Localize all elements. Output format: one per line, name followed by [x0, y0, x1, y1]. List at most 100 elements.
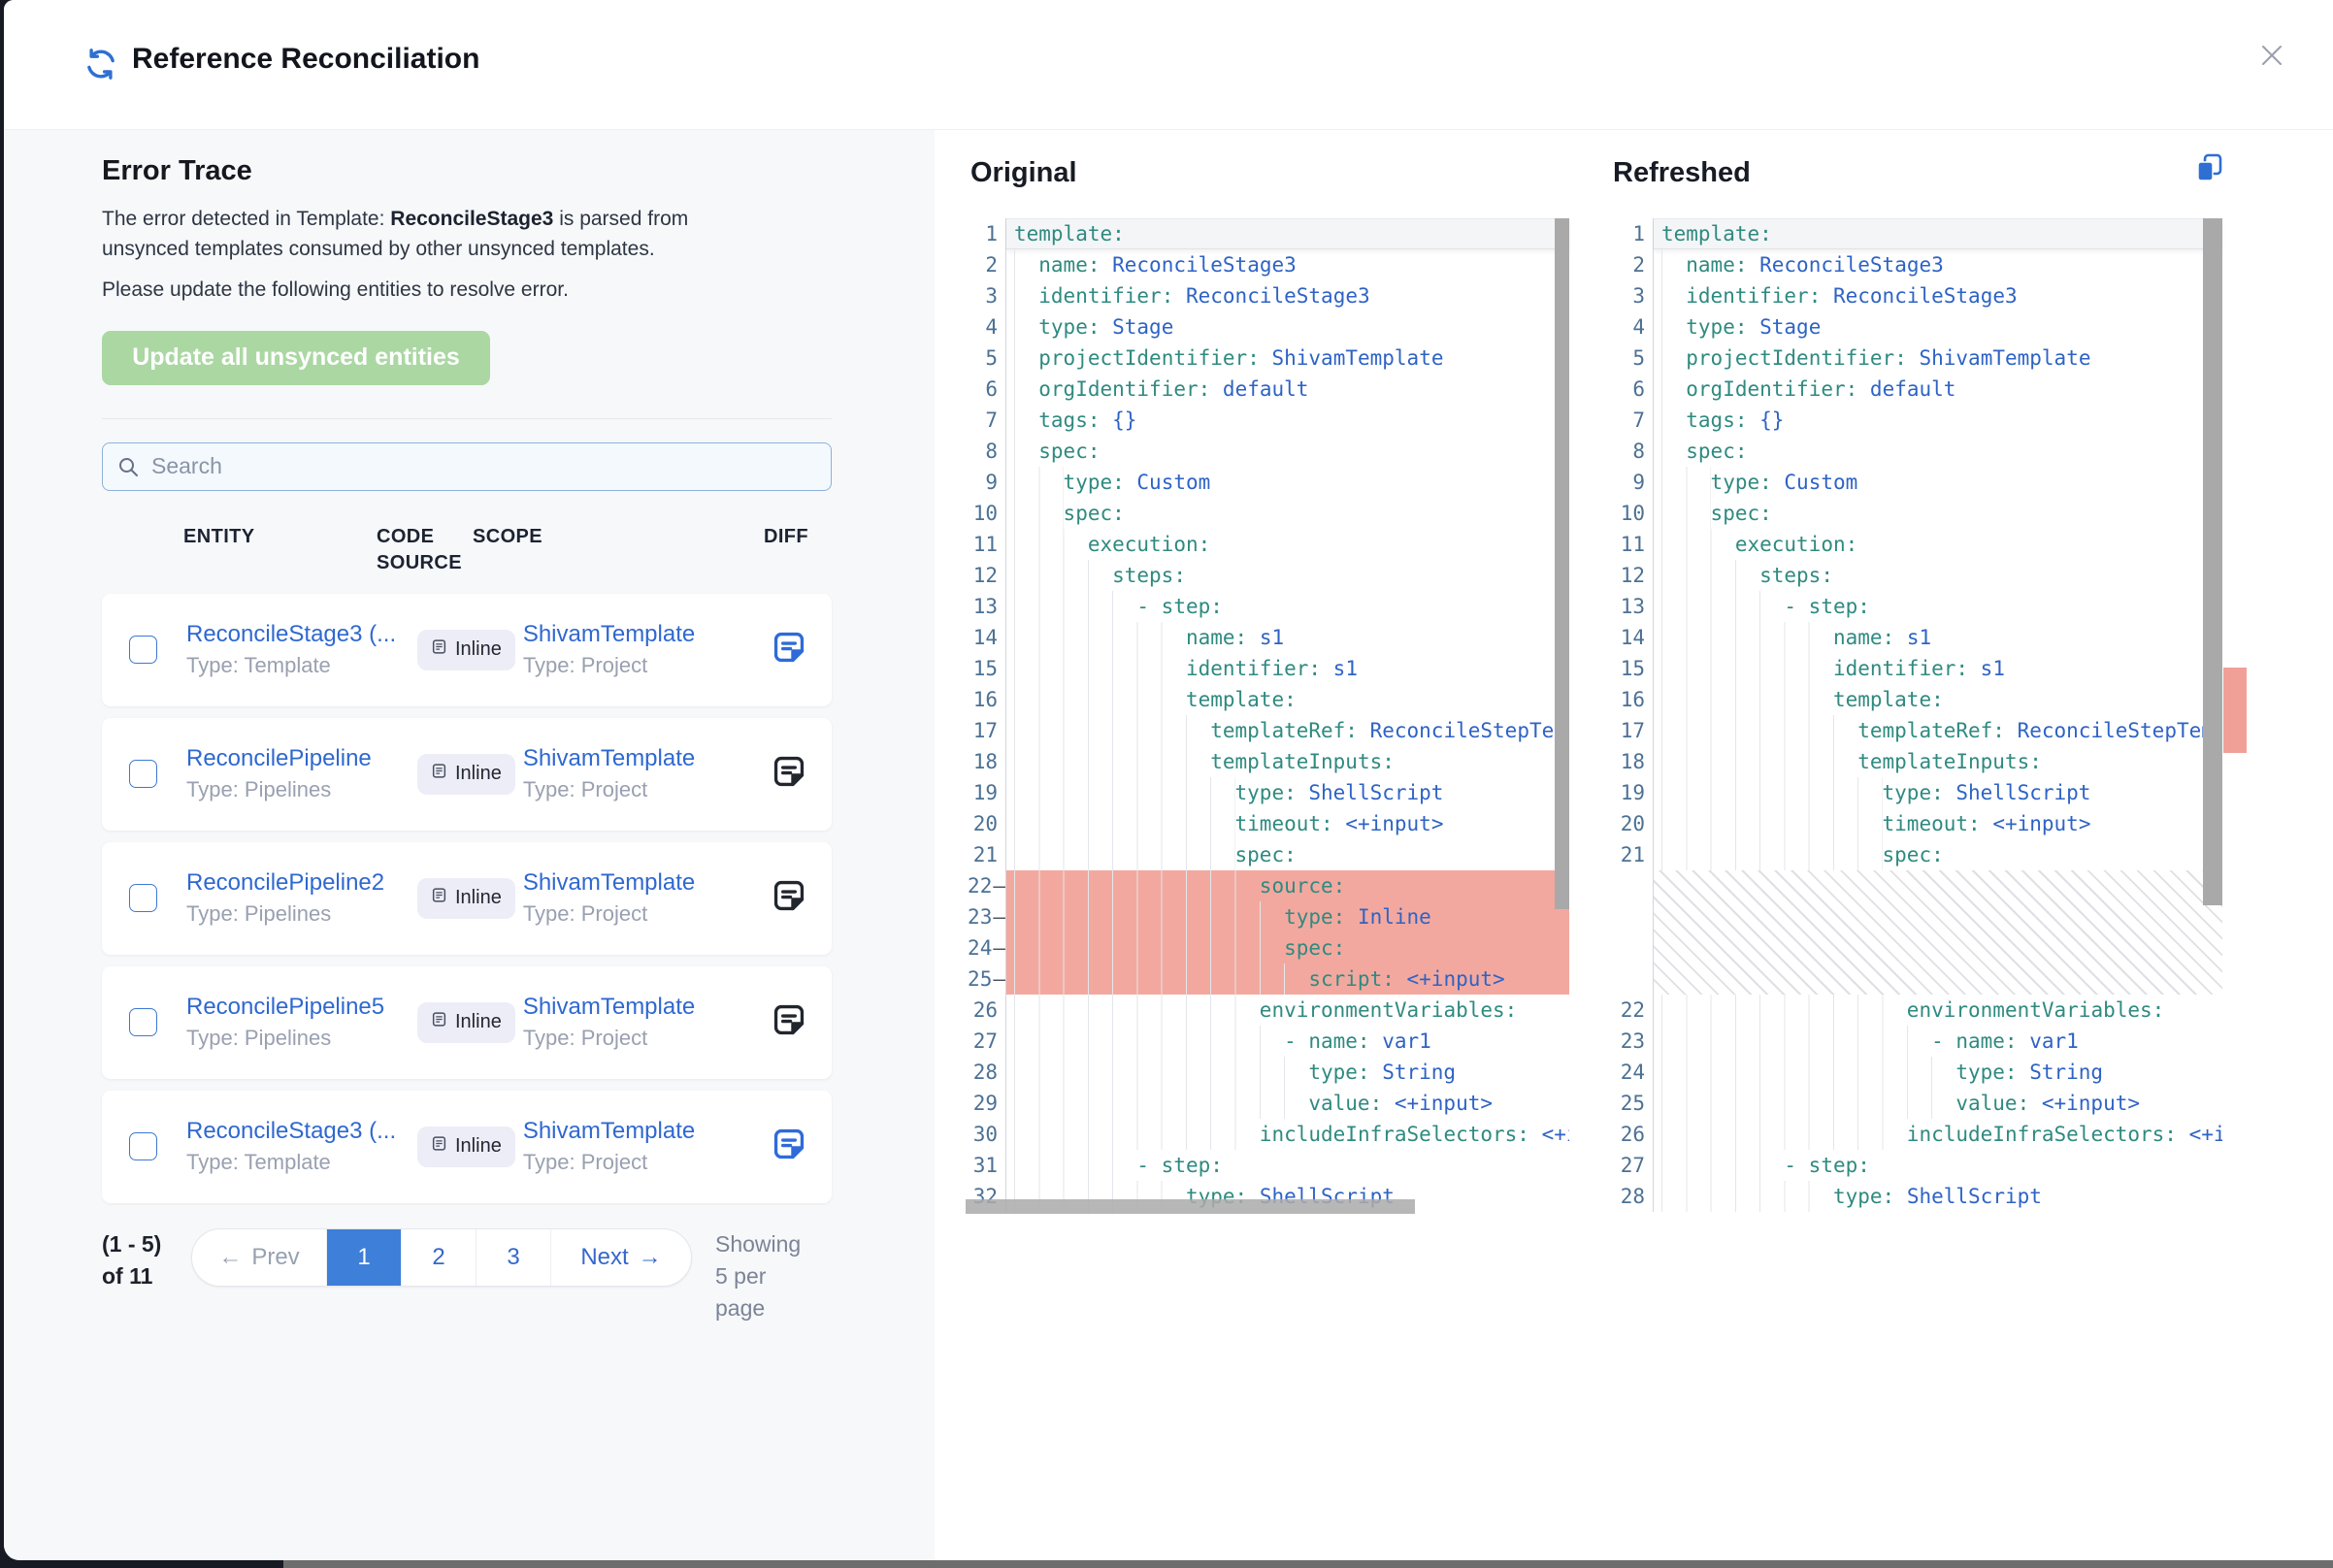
line-number: 4	[1632, 315, 1645, 339]
indent-guides	[1661, 1057, 1955, 1088]
yaml-key: templateRef:	[1210, 715, 1358, 746]
view-diff-button[interactable]	[770, 1003, 808, 1042]
code-line-text: spec:	[1654, 436, 2222, 467]
inline-source-icon	[431, 1135, 447, 1158]
page-button[interactable]: 1	[326, 1229, 401, 1286]
line-number: 23	[1621, 1029, 1645, 1053]
scope-cell: ShivamTemplate Type: Project	[523, 994, 770, 1051]
indent-guides	[1661, 591, 1784, 622]
entity-cell: ReconcileStage3 (... Type: Template	[186, 1118, 417, 1175]
yaml-key: value:	[1955, 1088, 2029, 1119]
indent-guides	[1014, 1057, 1308, 1088]
scope-link[interactable]: ShivamTemplate	[523, 869, 770, 897]
code-line: 23— type: Inline	[966, 901, 1569, 932]
page-button[interactable]: 3	[476, 1229, 550, 1286]
code-line: 16— template:	[966, 684, 1569, 715]
scope-type-label: Type: Project	[523, 1150, 770, 1175]
code-line: 31— - step:	[966, 1150, 1569, 1181]
entity-link[interactable]: ReconcileStage3 (...	[186, 621, 417, 648]
row-checkbox[interactable]	[129, 1008, 157, 1036]
indent-guides	[1661, 1119, 1907, 1150]
code-line: 10— spec:	[1613, 498, 2222, 529]
next-page-button[interactable]: Next →	[550, 1229, 691, 1286]
yaml-value: <+in	[2177, 1119, 2222, 1150]
yaml-value: ReconcileStepTempl	[2005, 715, 2222, 746]
code-source-badge: Inline	[417, 878, 515, 919]
close-icon[interactable]	[2255, 39, 2288, 72]
code-line-text: tags: {}	[1006, 405, 1569, 436]
page-scrollbar[interactable]	[283, 1560, 2333, 1568]
code-source-badge: Inline	[417, 754, 515, 795]
code-line: 9— type: Custom	[1613, 467, 2222, 498]
code-line-text: templateRef: ReconcileStepTempl	[1006, 715, 1569, 746]
line-number: 7	[985, 408, 998, 432]
yaml-key: steps:	[1759, 560, 1833, 591]
scope-link[interactable]: ShivamTemplate	[523, 621, 770, 648]
original-horizontal-scrollbar[interactable]	[966, 1199, 1415, 1214]
table-header-row: ENTITY CODE SOURCE SCOPE DIFF	[102, 524, 832, 576]
original-vertical-scrollbar[interactable]	[1555, 218, 1569, 909]
entity-link[interactable]: ReconcilePipeline5	[186, 994, 417, 1021]
scope-link[interactable]: ShivamTemplate	[523, 1118, 770, 1145]
line-number: 24	[968, 936, 992, 960]
code-line: 25— script: <+input>	[966, 964, 1569, 995]
view-diff-button[interactable]	[770, 631, 808, 670]
prev-page-button[interactable]: ← Prev	[192, 1229, 326, 1286]
line-number: 21	[973, 843, 998, 866]
scope-cell: ShivamTemplate Type: Project	[523, 745, 770, 802]
line-number: 5	[985, 346, 998, 370]
scope-link[interactable]: ShivamTemplate	[523, 994, 770, 1021]
code-line-text: spec:	[1654, 839, 2222, 870]
scope-link[interactable]: ShivamTemplate	[523, 745, 770, 772]
search-input[interactable]	[102, 442, 832, 491]
yaml-value: Inline	[1345, 901, 1431, 932]
yaml-value: ReconcileStage3	[1747, 249, 1943, 280]
code-line: 25— value: <+input>	[1613, 1088, 2222, 1119]
refreshed-code-editor: 1— template: 2— name: ReconcileStage3 3—…	[1613, 218, 2222, 1214]
code-line-text: - step:	[1006, 591, 1569, 622]
code-line-text: tags: {}	[1654, 405, 2222, 436]
code-line: 2— name: ReconcileStage3	[1613, 249, 2222, 280]
row-checkbox[interactable]	[129, 1132, 157, 1160]
entity-link[interactable]: ReconcilePipeline2	[186, 869, 417, 897]
diff-overview-ruler	[2222, 218, 2265, 1214]
pagination-range-text: (1 - 5) of 11	[102, 1228, 168, 1292]
prev-label: Prev	[251, 1244, 299, 1271]
code-line-text: script: <+input>	[1006, 964, 1569, 995]
line-number: 19	[1621, 781, 1645, 804]
line-number: 18	[973, 750, 998, 773]
line-number: 27	[1621, 1154, 1645, 1177]
diff-note-icon	[771, 1126, 807, 1167]
view-diff-button[interactable]	[770, 879, 808, 918]
row-checkbox[interactable]	[129, 636, 157, 664]
yaml-value: s1	[1968, 653, 2005, 684]
code-line-text: type: Stage	[1006, 311, 1569, 343]
code-line-text: type: ShellScript	[1006, 777, 1569, 808]
indent-guides	[1661, 746, 1857, 777]
entity-link[interactable]: ReconcilePipeline	[186, 745, 417, 772]
row-checkbox[interactable]	[129, 760, 157, 788]
column-header-diff: DIFF	[764, 524, 832, 576]
code-line: 5— projectIdentifier: ShivamTemplate	[966, 343, 1569, 374]
column-header-code-source: CODE SOURCE	[377, 524, 473, 576]
copy-icon[interactable]	[2193, 151, 2226, 184]
page-button[interactable]: 2	[401, 1229, 476, 1286]
indent-guides	[1661, 1150, 1784, 1181]
view-diff-button[interactable]	[770, 1127, 808, 1166]
yaml-value: Stage	[1100, 311, 1173, 343]
yaml-value: <+input>	[1395, 964, 1505, 995]
update-all-unsynced-button[interactable]: Update all unsynced entities	[102, 331, 490, 385]
indent-guides	[1014, 901, 1284, 932]
view-diff-button[interactable]	[770, 755, 808, 794]
code-line: 28— type: String	[966, 1057, 1569, 1088]
row-checkbox[interactable]	[129, 884, 157, 912]
entity-link[interactable]: ReconcileStage3 (...	[186, 1118, 417, 1145]
code-line: 21— spec:	[966, 839, 1569, 870]
refreshed-vertical-scrollbar[interactable]	[2203, 218, 2222, 905]
yaml-key: steps:	[1112, 560, 1186, 591]
line-number: 31	[973, 1154, 998, 1177]
code-line: 5— projectIdentifier: ShivamTemplate	[1613, 343, 2222, 374]
yaml-value: <+input>	[1333, 808, 1444, 839]
entity-type-label: Type: Pipelines	[186, 901, 417, 927]
search-icon	[116, 455, 140, 478]
